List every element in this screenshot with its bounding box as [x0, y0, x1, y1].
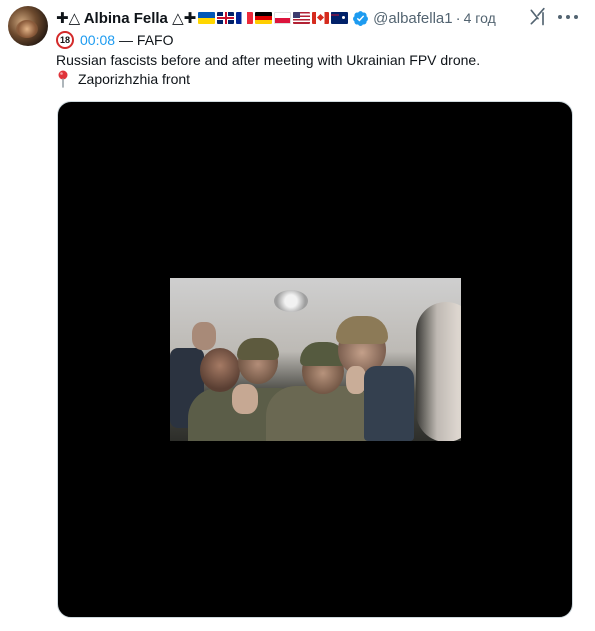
ceiling-lamp [274, 290, 308, 312]
australia-flag-icon [331, 12, 349, 24]
author-name[interactable]: ✚△ Albina Fella △✚ [56, 9, 196, 27]
avatar[interactable] [8, 6, 48, 46]
timecode-suffix: — FAFO [119, 32, 174, 48]
round-pushpin-icon [58, 70, 68, 88]
uk-flag-icon [217, 12, 235, 24]
tweet-text-line-1: Russian fascists before and after meetin… [56, 52, 481, 68]
germany-flag-icon [255, 12, 273, 24]
ukraine-flag-icon [198, 12, 216, 24]
age-18-badge: 18 [56, 31, 74, 49]
person-hat [237, 338, 279, 360]
person-face [416, 302, 461, 441]
tweet-text-line-2: Zaporizhzhia front [56, 70, 190, 88]
car-seat [364, 366, 414, 441]
person-hand [346, 366, 366, 394]
person-body [266, 386, 376, 441]
tweet-line-1: 18 00:08 — FAFO [56, 31, 174, 49]
person-face [200, 348, 240, 392]
author-handle[interactable]: @albafella1 [373, 10, 452, 27]
person-hand [232, 384, 258, 414]
tweet-header: ✚△ Albina Fella △✚ @albafella1 · 4 год [56, 8, 496, 28]
usa-flag-icon [293, 12, 311, 24]
grok-icon[interactable] [528, 7, 548, 27]
canada-flag-icon [312, 12, 330, 24]
more-icon[interactable] [558, 9, 578, 25]
person-hat [336, 316, 388, 344]
person-hand [192, 322, 216, 350]
verified-badge-icon [353, 10, 369, 26]
location-text: Zaporizhzhia front [78, 71, 191, 87]
video-player[interactable] [57, 101, 573, 618]
post-time[interactable]: 4 год [464, 10, 496, 26]
poland-flag-icon [274, 12, 292, 24]
video-frame [170, 278, 461, 441]
france-flag-icon [236, 12, 254, 24]
separator-dot: · [455, 9, 461, 27]
timecode-link[interactable]: 00:08 [80, 32, 115, 48]
